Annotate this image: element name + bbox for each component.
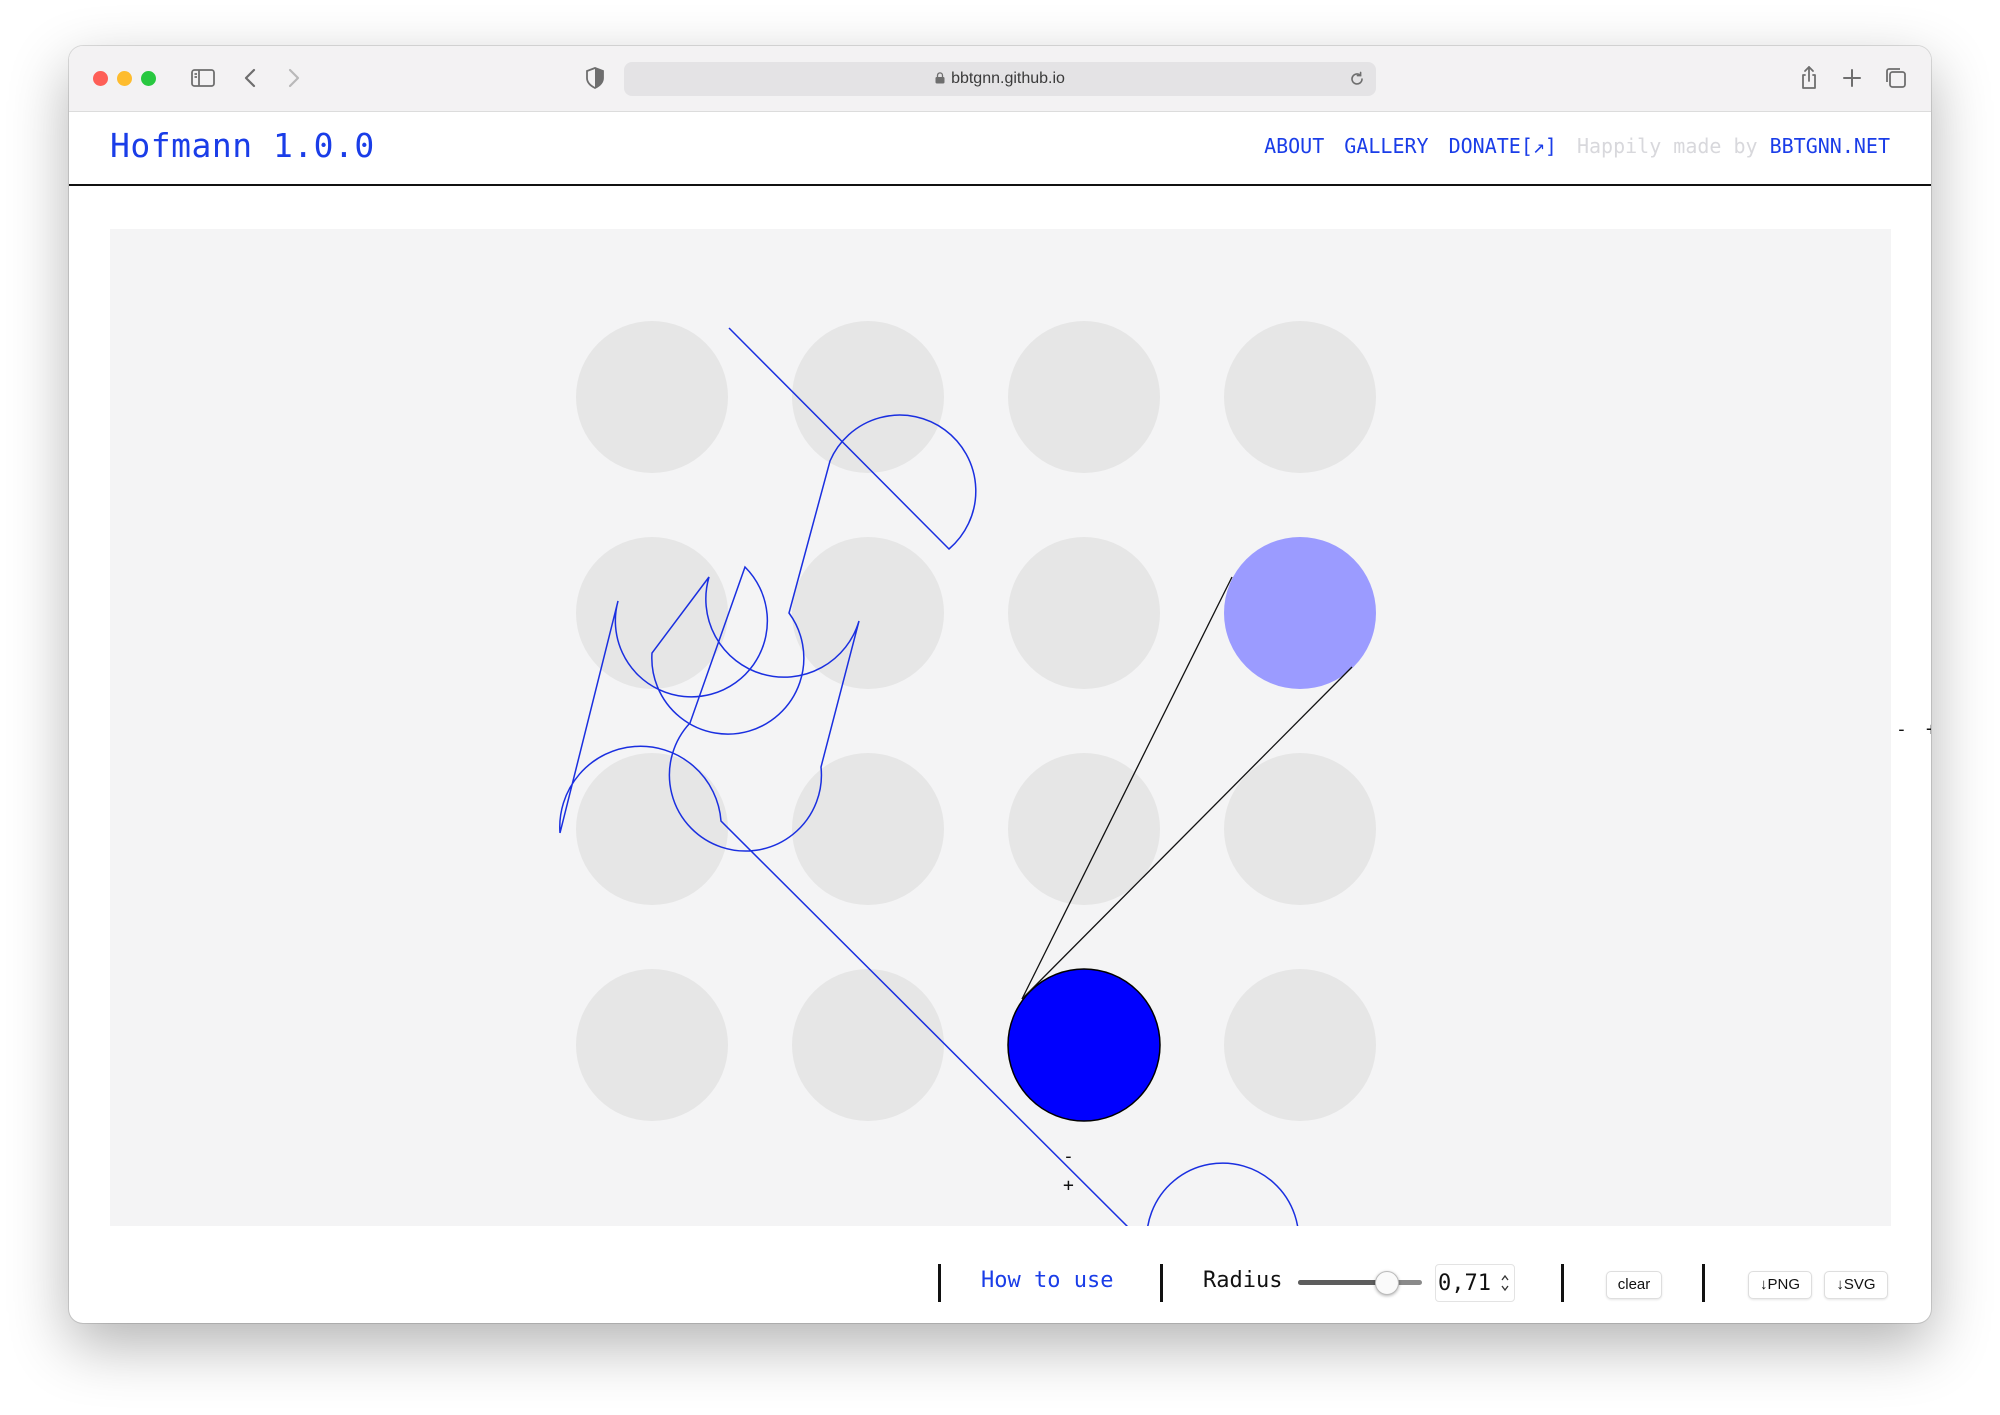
browser-toolbar: bbtgnn.github.io bbox=[69, 46, 1931, 112]
grid-dot[interactable] bbox=[792, 753, 944, 905]
grid-dot[interactable] bbox=[792, 537, 944, 689]
rows-plus-button[interactable]: + bbox=[1063, 1175, 1074, 1196]
toolbar-divider bbox=[1160, 1264, 1163, 1302]
sidebar-icon[interactable] bbox=[187, 62, 219, 94]
bottom-toolbar: How to use Radius 0,71 clear ↓PNG ↓SVG bbox=[69, 1246, 1931, 1323]
nav-gallery[interactable]: GALLERY bbox=[1344, 134, 1428, 158]
toolbar-divider bbox=[1561, 1264, 1564, 1302]
grid-dot[interactable] bbox=[576, 753, 728, 905]
nav-about[interactable]: ABOUT bbox=[1264, 134, 1324, 158]
radius-slider-thumb[interactable] bbox=[1375, 1271, 1400, 1295]
radius-value: 0,71 bbox=[1438, 1271, 1491, 1296]
forward-icon[interactable] bbox=[277, 62, 309, 94]
toolbar-divider bbox=[938, 1264, 941, 1302]
radius-input[interactable]: 0,71 bbox=[1435, 1264, 1515, 1302]
back-icon[interactable] bbox=[235, 62, 267, 94]
columns-minus-button[interactable]: - bbox=[1896, 719, 1907, 740]
address-bar[interactable]: bbtgnn.github.io bbox=[624, 62, 1376, 96]
credit-text: Happily made by bbox=[1576, 134, 1758, 158]
share-icon[interactable] bbox=[1793, 62, 1825, 94]
columns-plus-button[interactable]: + bbox=[1926, 719, 1931, 740]
credit: Happily made by BBTGNN.NET bbox=[1577, 134, 1890, 158]
shield-icon[interactable] bbox=[579, 62, 611, 94]
grid-dot[interactable] bbox=[576, 969, 728, 1121]
radius-slider-fill bbox=[1298, 1280, 1387, 1285]
reload-icon[interactable] bbox=[1348, 70, 1366, 88]
main-nav: ABOUT GALLERY DONATE[↗] Happily made by … bbox=[1264, 134, 1890, 158]
canvas-svg[interactable] bbox=[110, 229, 1891, 1226]
toolbar-divider bbox=[1702, 1264, 1705, 1302]
lock-icon bbox=[935, 72, 945, 84]
radius-label: Radius bbox=[1203, 1268, 1283, 1293]
clear-button[interactable]: clear bbox=[1606, 1271, 1662, 1299]
app-logo[interactable]: Hofmann 1.0.0 bbox=[110, 126, 375, 165]
minimize-window-button[interactable] bbox=[117, 71, 132, 86]
grid-dot[interactable] bbox=[1224, 969, 1376, 1121]
how-to-use-link[interactable]: How to use bbox=[981, 1268, 1113, 1293]
close-window-button[interactable] bbox=[93, 71, 108, 86]
nav-donate[interactable]: DONATE[↗] bbox=[1449, 134, 1557, 158]
grid-dot[interactable] bbox=[1224, 753, 1376, 905]
grid-dot[interactable] bbox=[1008, 321, 1160, 473]
selected-dot[interactable] bbox=[1224, 537, 1376, 689]
grid-dot[interactable] bbox=[792, 969, 944, 1121]
drawing-canvas[interactable]: - + - + bbox=[110, 229, 1931, 1226]
rows-minus-button[interactable]: - bbox=[1063, 1146, 1074, 1167]
grid-dot[interactable] bbox=[576, 321, 728, 473]
grid-dot[interactable] bbox=[1224, 321, 1376, 473]
new-tab-icon[interactable] bbox=[1836, 62, 1868, 94]
radius-slider[interactable] bbox=[1298, 1280, 1422, 1285]
grid-dot[interactable] bbox=[1008, 537, 1160, 689]
url-text: bbtgnn.github.io bbox=[951, 70, 1065, 87]
tabs-overview-icon[interactable] bbox=[1880, 62, 1912, 94]
maximize-window-button[interactable] bbox=[141, 71, 156, 86]
download-svg-button[interactable]: ↓SVG bbox=[1824, 1271, 1888, 1299]
credit-link[interactable]: BBTGNN.NET bbox=[1770, 134, 1890, 158]
grid-dot[interactable] bbox=[792, 321, 944, 473]
download-png-button[interactable]: ↓PNG bbox=[1748, 1271, 1812, 1299]
site-header: Hofmann 1.0.0 ABOUT GALLERY DONATE[↗] Ha… bbox=[69, 112, 1931, 186]
active-dot[interactable] bbox=[1007, 968, 1161, 1122]
browser-window: bbtgnn.github.io Hofmann 1.0.0 ABOUT GAL… bbox=[69, 46, 1931, 1323]
stepper-icon[interactable] bbox=[1500, 1272, 1510, 1294]
